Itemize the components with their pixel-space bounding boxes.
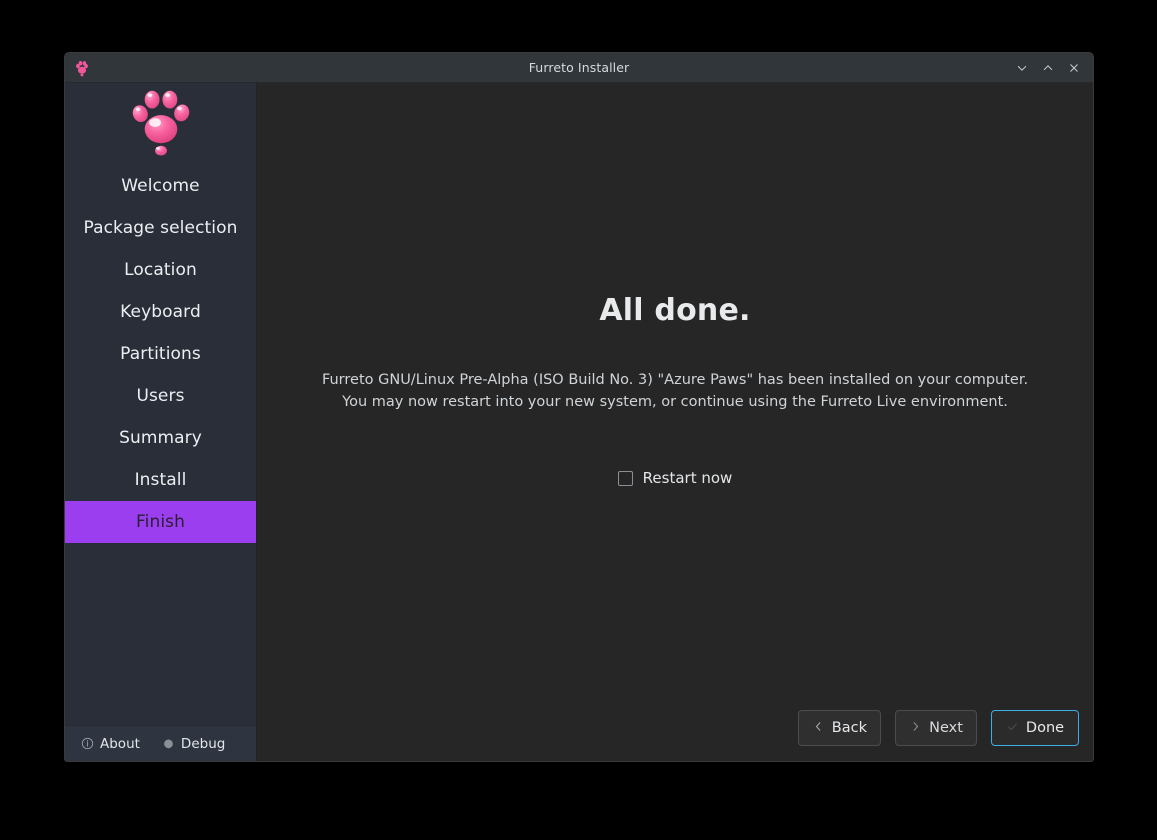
- restart-now-checkbox[interactable]: [617, 470, 633, 486]
- done-button[interactable]: Done: [991, 710, 1079, 746]
- screen: Furreto Installer Welcome Package select…: [0, 0, 1157, 840]
- sidebar-item-label: Finish: [136, 512, 185, 532]
- sidebar-item-label: Keyboard: [120, 302, 201, 322]
- restart-now-row[interactable]: Restart now: [617, 469, 733, 487]
- title-bar[interactable]: Furreto Installer: [65, 53, 1093, 83]
- close-button[interactable]: [1061, 55, 1087, 81]
- sidebar-item-location[interactable]: Location: [65, 249, 256, 291]
- sidebar-item-install[interactable]: Install: [65, 459, 256, 501]
- sidebar-item-label: Welcome: [121, 176, 200, 196]
- sidebar-item-label: Partitions: [120, 344, 201, 364]
- logo-area: [65, 83, 256, 165]
- restart-now-label: Restart now: [642, 469, 733, 487]
- sidebar-item-label: Package selection: [83, 218, 238, 238]
- description-line-1: Furreto GNU/Linux Pre-Alpha (ISO Build N…: [321, 372, 1029, 388]
- bug-icon: [162, 737, 175, 750]
- debug-label: Debug: [180, 735, 226, 752]
- wizard-button-bar: Back Next Done: [797, 710, 1079, 746]
- chevron-left-icon: [812, 720, 825, 737]
- sidebar-item-welcome[interactable]: Welcome: [65, 165, 256, 207]
- paw-icon: [73, 59, 91, 77]
- sidebar-item-label: Location: [124, 260, 197, 280]
- sidebar-item-keyboard[interactable]: Keyboard: [65, 291, 256, 333]
- back-label: Back: [831, 720, 867, 736]
- sidebar-item-package-selection[interactable]: Package selection: [65, 207, 256, 249]
- minimize-button[interactable]: [1009, 55, 1035, 81]
- next-button[interactable]: Next: [895, 710, 977, 746]
- chevron-right-icon: [909, 720, 922, 737]
- sidebar-footer: About Debug: [65, 725, 256, 761]
- nav-list: Welcome Package selection Location Keybo…: [65, 165, 256, 543]
- sidebar-item-finish[interactable]: Finish: [65, 501, 256, 543]
- window-body: Welcome Package selection Location Keybo…: [65, 83, 1093, 761]
- description-line-2: You may now restart into your new system…: [342, 394, 1008, 410]
- page-title: All done.: [599, 293, 751, 328]
- next-label: Next: [929, 720, 963, 736]
- done-label: Done: [1025, 720, 1065, 736]
- back-button[interactable]: Back: [797, 710, 881, 746]
- sidebar-item-label: Users: [136, 386, 185, 406]
- sidebar-item-label: Install: [134, 470, 187, 490]
- window-title: Furreto Installer: [528, 60, 630, 75]
- maximize-button[interactable]: [1035, 55, 1061, 81]
- sidebar-item-label: Summary: [119, 428, 202, 448]
- sidebar-item-users[interactable]: Users: [65, 375, 256, 417]
- info-icon: [81, 737, 94, 750]
- paw-logo: [124, 87, 198, 165]
- about-button[interactable]: About: [81, 736, 140, 752]
- check-icon: [1006, 720, 1019, 737]
- sidebar-item-partitions[interactable]: Partitions: [65, 333, 256, 375]
- finish-description: Furreto GNU/Linux Pre-Alpha (ISO Build N…: [322, 369, 1028, 413]
- window-controls: [1009, 53, 1087, 83]
- about-label: About: [100, 735, 140, 752]
- sidebar-item-summary[interactable]: Summary: [65, 417, 256, 459]
- sidebar: Welcome Package selection Location Keybo…: [65, 83, 257, 761]
- installer-window: Furreto Installer Welcome Package select…: [64, 52, 1094, 762]
- content-pane: All done. Furreto GNU/Linux Pre-Alpha (I…: [257, 83, 1093, 761]
- debug-button[interactable]: Debug: [162, 736, 225, 752]
- finish-page: All done. Furreto GNU/Linux Pre-Alpha (I…: [257, 83, 1093, 761]
